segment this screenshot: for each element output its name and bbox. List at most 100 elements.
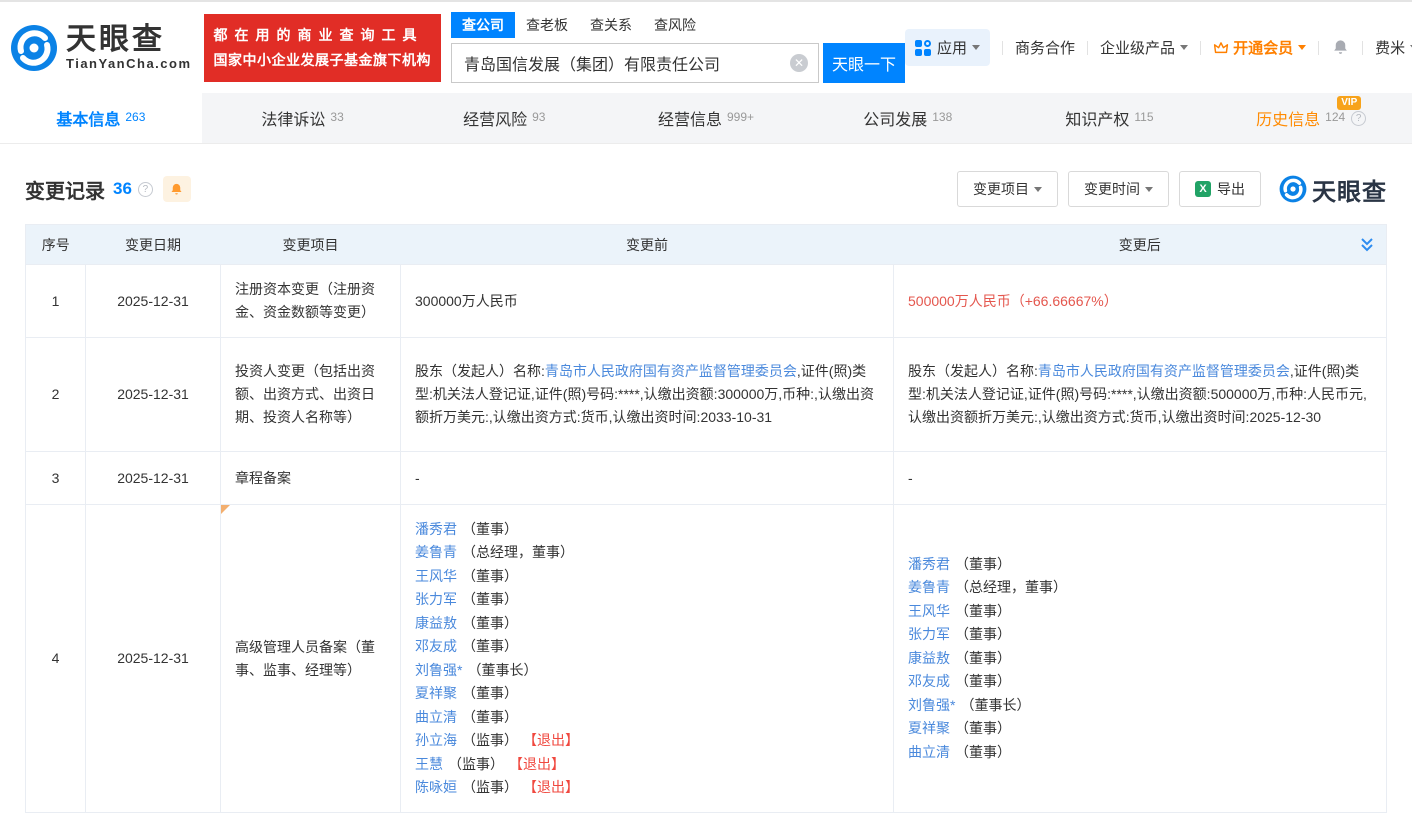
- section-count: 36: [113, 179, 132, 199]
- person-link[interactable]: 康益敖: [908, 650, 950, 666]
- divider: [1200, 41, 1201, 55]
- company-tab-1[interactable]: 法律诉讼33: [202, 93, 404, 143]
- export-button[interactable]: X 导出: [1179, 171, 1261, 207]
- detail-text: 股东（发起人）名称:: [415, 363, 545, 379]
- person-link[interactable]: 陈咏姮: [415, 779, 457, 795]
- top-nav: 应用 商务合作 企业级产品 开通会员 费米: [905, 29, 1412, 66]
- search-tab-0[interactable]: 查公司: [451, 12, 515, 38]
- person-link[interactable]: 王风华: [908, 603, 950, 619]
- row-change-item: 投资人变更（包括出资额、出资方式、出资日期、投资人名称等）: [221, 338, 401, 452]
- person-role: （董事）: [462, 685, 518, 701]
- person-link[interactable]: 康益敖: [415, 615, 457, 631]
- person-link[interactable]: 孙立海: [415, 732, 457, 748]
- company-tab-0[interactable]: 基本信息263: [0, 93, 202, 143]
- person-link[interactable]: 姜鲁青: [415, 544, 457, 560]
- watermark-label: 天眼查: [1312, 172, 1387, 207]
- exit-tag: 【退出】: [530, 779, 579, 795]
- person-line: 邓友成（董事）: [415, 635, 879, 659]
- divider: [1087, 41, 1088, 55]
- nav-apps[interactable]: 应用: [905, 29, 990, 66]
- person-link[interactable]: 王慧: [415, 756, 443, 772]
- search-button[interactable]: 天眼一下: [823, 43, 905, 83]
- person-role: （监事）: [448, 756, 504, 772]
- person-link[interactable]: 潘秀君: [908, 556, 950, 572]
- person-link[interactable]: 刘鲁强*: [415, 662, 462, 678]
- person-link[interactable]: 夏祥聚: [908, 720, 950, 736]
- search-tabs: 查公司查老板查关系查风险: [451, 12, 905, 38]
- person-line: 孙立海（监事）【退出】: [415, 729, 879, 753]
- divider: [1318, 41, 1319, 55]
- vip-badge: VIP: [1337, 96, 1361, 110]
- person-role: （董事）: [955, 673, 1011, 689]
- person-link[interactable]: 姜鲁青: [908, 579, 950, 595]
- table-row: 42025-12-31高级管理人员备案（董事、监事、经理等）潘秀君（董事）姜鲁青…: [26, 505, 1387, 813]
- person-link[interactable]: 曲立清: [415, 709, 457, 725]
- company-link[interactable]: 青岛市人民政府国有资产监督管理委员会: [545, 363, 797, 379]
- people-list: 潘秀君（董事）姜鲁青（总经理，董事）王风华（董事）张力军（董事）康益敖（董事）邓…: [908, 553, 1372, 765]
- row-after: -: [894, 452, 1387, 505]
- person-link[interactable]: 夏祥聚: [415, 685, 457, 701]
- clear-icon[interactable]: ✕: [790, 54, 808, 72]
- nav-open-vip[interactable]: 开通会员: [1213, 37, 1306, 58]
- table-row: 12025-12-31注册资本变更（注册资金、资金数额等变更）300000万人民…: [26, 265, 1387, 338]
- person-line: 曲立清（董事）: [415, 706, 879, 730]
- nav-apps-label: 应用: [937, 37, 967, 58]
- company-tab-4[interactable]: 公司发展138: [807, 93, 1009, 143]
- company-tab-2[interactable]: 经营风险93: [403, 93, 605, 143]
- row-date: 2025-12-31: [86, 505, 221, 813]
- help-icon[interactable]: ?: [138, 182, 153, 197]
- person-link[interactable]: 张力军: [415, 591, 457, 607]
- person-link[interactable]: 张力军: [908, 626, 950, 642]
- person-role: （董事长）: [960, 697, 1030, 713]
- person-link[interactable]: 邓友成: [415, 638, 457, 654]
- filter-change-item-button[interactable]: 变更项目: [957, 171, 1058, 207]
- person-role: （董事）: [955, 556, 1011, 572]
- person-link[interactable]: 刘鲁强*: [908, 697, 955, 713]
- divider: [1002, 41, 1003, 55]
- tab-label: 经营信息: [658, 106, 722, 130]
- row-change-item: 注册资本变更（注册资金、资金数额等变更）: [221, 265, 401, 338]
- username-label: 费米: [1375, 37, 1405, 58]
- tab-label: 公司发展: [863, 106, 927, 130]
- column-header-3: 变更前: [401, 225, 894, 265]
- section-header: 变更记录 36 ? 变更项目 变更时间 X 导出: [25, 171, 1387, 207]
- tab-label: 经营风险: [463, 106, 527, 130]
- tab-label: 法律诉讼: [261, 106, 325, 130]
- monitor-bell-button[interactable]: [163, 176, 191, 202]
- tianyancha-logo-icon: [1279, 175, 1307, 203]
- person-line: 刘鲁强* （董事长）: [908, 694, 1372, 718]
- row-before: 股东（发起人）名称:青岛市人民政府国有资产监督管理委员会,证件(照)类型:机关法…: [401, 338, 894, 452]
- person-link[interactable]: 潘秀君: [415, 521, 457, 537]
- table-row: 22025-12-31投资人变更（包括出资额、出资方式、出资日期、投资人名称等）…: [26, 338, 1387, 452]
- nav-business-cooperation[interactable]: 商务合作: [1015, 37, 1075, 58]
- search-tab-2[interactable]: 查关系: [579, 12, 643, 38]
- nav-username[interactable]: 费米: [1375, 37, 1412, 58]
- chevron-down-icon: [1145, 187, 1153, 192]
- row-seq: 2: [26, 338, 86, 452]
- person-link[interactable]: 邓友成: [908, 673, 950, 689]
- person-link[interactable]: 王风华: [415, 568, 457, 584]
- company-tab-5[interactable]: 知识产权115: [1009, 93, 1211, 143]
- company-tab-6[interactable]: 历史信息124VIP?: [1210, 93, 1412, 143]
- filter-change-time-button[interactable]: 变更时间: [1068, 171, 1169, 207]
- slogan-line1: 都在用的商业查询工具: [214, 23, 432, 48]
- search-tab-3[interactable]: 查风险: [643, 12, 707, 38]
- company-link[interactable]: 青岛市人民政府国有资产监督管理委员会: [1038, 363, 1290, 379]
- slogan-banner: 都在用的商业查询工具 国家中小企业发展子基金旗下机构: [204, 14, 442, 82]
- person-link[interactable]: 曲立清: [908, 744, 950, 760]
- double-chevron-down-icon[interactable]: [1360, 237, 1374, 253]
- notification-bell-icon[interactable]: [1331, 38, 1350, 57]
- person-role: （总经理，董事）: [462, 544, 574, 560]
- tianyancha-logo[interactable]: 天眼查 TianYanCha.com: [10, 24, 192, 72]
- table-header-row: 序号变更日期变更项目变更前变更后: [26, 225, 1387, 265]
- help-icon[interactable]: ?: [1351, 111, 1366, 126]
- nav-enterprise-products[interactable]: 企业级产品: [1100, 37, 1188, 58]
- person-line: 邓友成 （董事）: [908, 670, 1372, 694]
- person-line: 张力军（董事）: [415, 588, 879, 612]
- tianyancha-watermark: 天眼查: [1279, 172, 1387, 207]
- search-input[interactable]: 青岛国信发展（集团）有限责任公司 ✕: [451, 43, 819, 83]
- row-after: 500000万人民币（+66.66667%）: [894, 265, 1387, 338]
- search-tab-1[interactable]: 查老板: [515, 12, 579, 38]
- company-tab-3[interactable]: 经营信息999+: [605, 93, 807, 143]
- tab-label: 历史信息: [1256, 106, 1320, 130]
